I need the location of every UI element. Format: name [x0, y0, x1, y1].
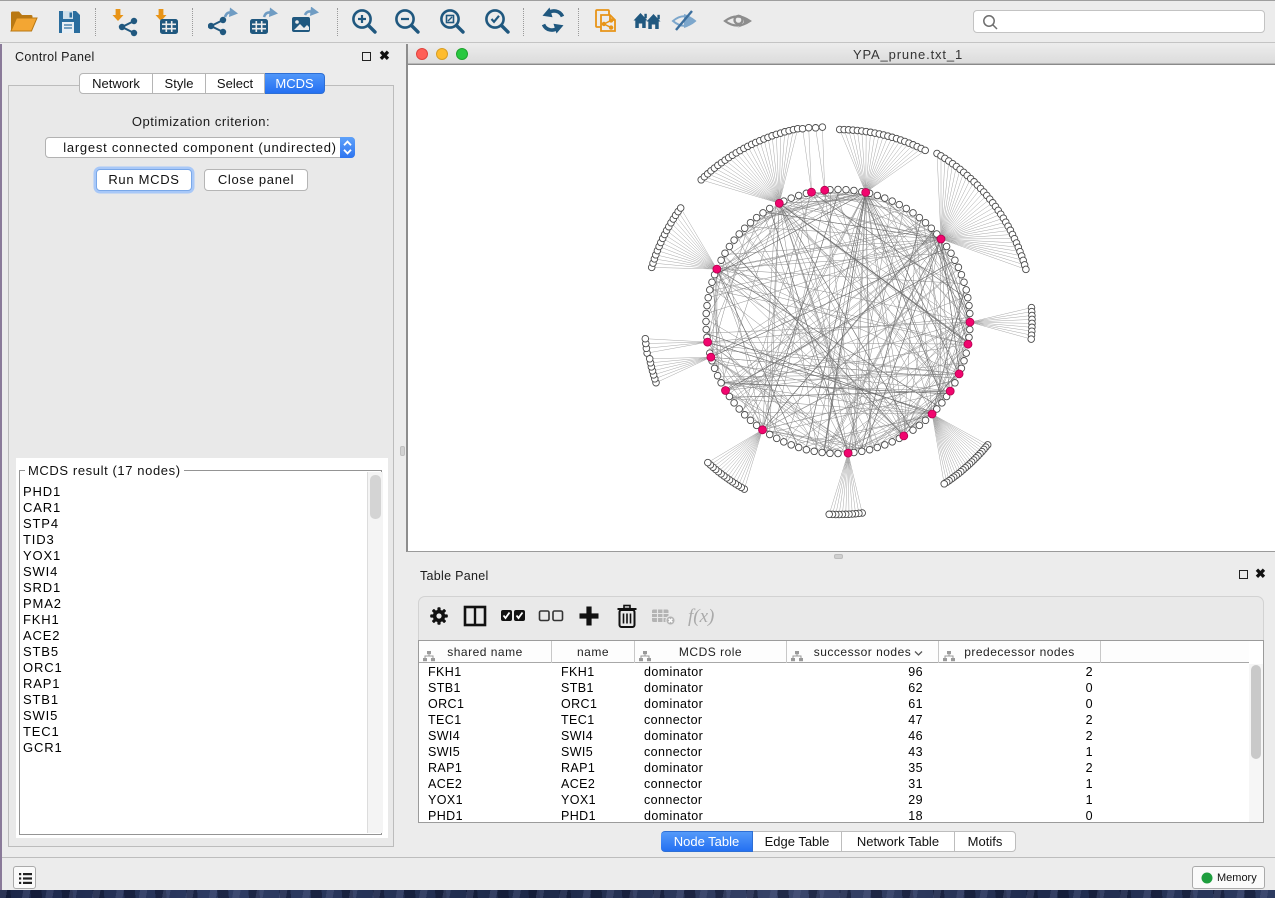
svg-text:f(x): f(x)	[688, 606, 714, 627]
